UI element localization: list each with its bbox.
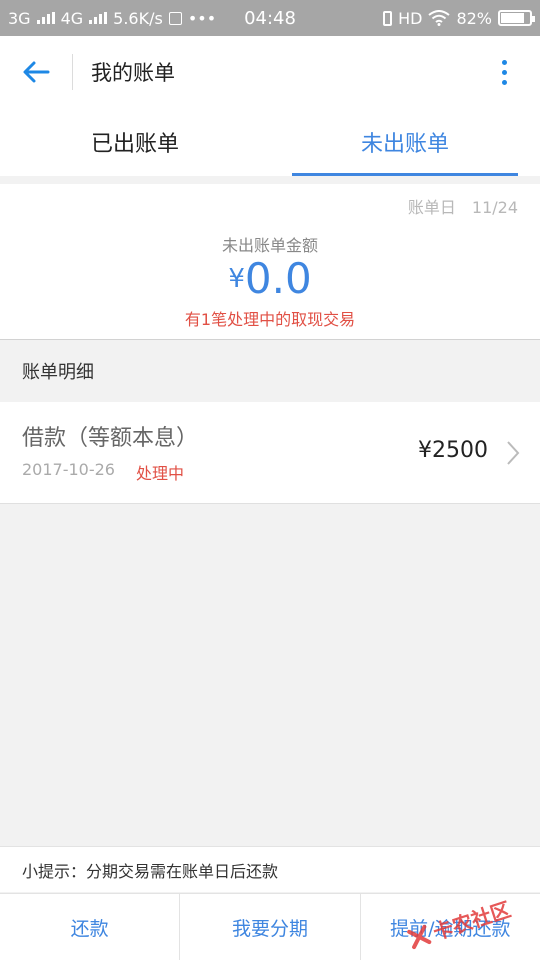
arrow-left-icon [23,61,50,83]
battery-percent: 82% [456,8,492,28]
chevron-right-icon [507,441,520,465]
section-header: 账单明细 [0,342,540,400]
more-dot-icon [501,59,507,65]
summary-amount: ¥0.0 [0,254,540,303]
more-dot-icon [501,69,507,75]
item-status: 处理中 [136,464,185,483]
tab-unissued-bills[interactable]: 未出账单 [270,108,540,176]
notification-icon [168,11,182,25]
more-options-button[interactable] [468,36,540,108]
tip-text: 小提示：分期交易需在账单日后还款 [0,846,540,892]
status-bar: 3G 4G 5.6K/s ••• 04:48 HD 82% [0,0,540,36]
item-amount: ¥2500 [418,438,488,463]
network-speed: 5.6K/s [113,8,163,28]
signal-icon-2 [89,12,108,24]
summary-label: 未出账单金额 [221,236,318,255]
bill-date-value: 11/24 [471,198,518,217]
bill-date: 账单日 11/24 [408,194,518,218]
bill-date-label: 账单日 [407,198,456,217]
amount-value: 0.0 [244,254,312,303]
item-title: 借款（等额本息） [22,426,199,451]
more-notifications-icon: ••• [187,8,217,28]
wifi-icon [428,10,451,26]
hd-label: HD [398,8,423,28]
status-right: HD 82% [383,8,535,28]
list-item[interactable]: 借款（等额本息） 2017-10-26 处理中 ¥2500 [0,402,540,504]
network-4g-label: 4G [60,8,84,28]
network-3g-label: 3G [8,8,31,28]
app-bar-divider [72,54,73,90]
bill-tabs: 已出账单 未出账单 [0,108,540,176]
repay-button[interactable]: 还款 [0,894,179,960]
more-dot-icon [501,79,507,85]
installment-button[interactable]: 我要分期 [179,894,359,960]
tab-issued-bills[interactable]: 已出账单 [0,108,270,176]
signal-icon [36,12,55,24]
battery-icon [498,10,535,26]
status-left: 3G 4G 5.6K/s ••• [8,9,216,28]
vibrate-icon [383,10,393,26]
app-bar: 我的账单 [0,36,540,108]
back-button[interactable] [0,36,72,108]
item-date: 2017-10-26 [22,460,115,479]
bill-summary: 账单日 11/24 未出账单金额 ¥0.0 有1笔处理中的取现交易 [0,184,540,340]
page-title: 我的账单 [91,61,175,85]
currency-symbol: ¥ [228,264,245,294]
pending-note: 有1笔处理中的取现交易 [184,310,356,329]
battery-fill [501,13,524,23]
